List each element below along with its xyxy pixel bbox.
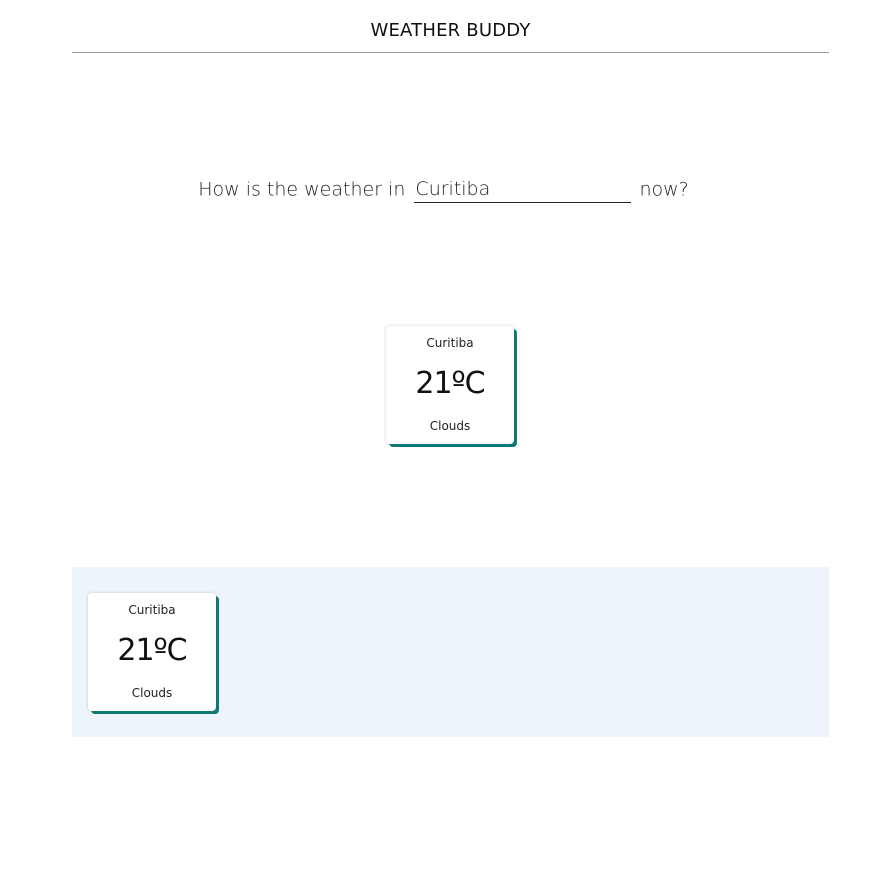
city-question: How is the weather in now? — [0, 176, 887, 203]
question-suffix: now? — [639, 178, 689, 201]
weather-city: Curitiba — [426, 336, 474, 350]
history-weather-city: Curitiba — [128, 603, 176, 617]
weather-condition: Clouds — [429, 419, 471, 433]
app-header: WEATHER BUDDY — [72, 0, 829, 53]
city-input[interactable] — [414, 176, 632, 203]
question-prefix: How is the weather in — [198, 178, 406, 201]
search-history-panel: Curitiba 21ºC Clouds — [72, 567, 829, 737]
current-weather-card: Curitiba 21ºC Clouds — [386, 326, 514, 444]
history-weather-condition: Clouds — [131, 686, 173, 700]
history-weather-card[interactable]: Curitiba 21ºC Clouds — [88, 593, 216, 711]
history-weather-temperature: 21ºC — [117, 633, 187, 668]
app-title: WEATHER BUDDY — [370, 20, 531, 41]
weather-temperature: 21ºC — [415, 366, 485, 401]
